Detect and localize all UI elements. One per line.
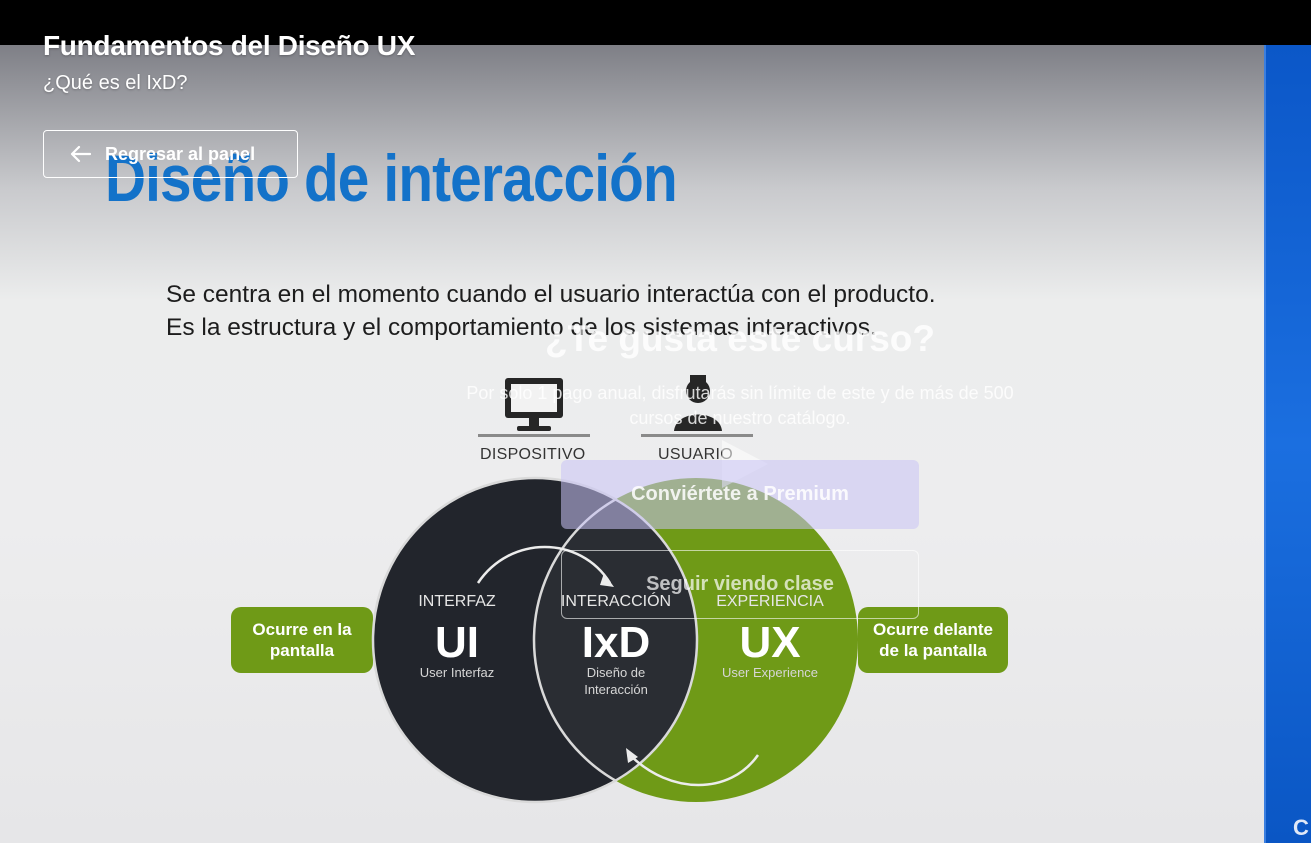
course-title: Fundamentos del Diseño UX (43, 30, 416, 61)
right-note-text: Ocurre delante de la pantalla (873, 620, 993, 660)
side-panel-edge: C (1264, 45, 1311, 843)
slide-description-line: Se centra en el momento cuando el usuari… (166, 281, 936, 308)
back-to-panel-button[interactable]: Regresar al panel (43, 130, 298, 178)
side-panel-edge-line (1264, 45, 1266, 843)
device-underline (478, 434, 590, 437)
lesson-title: ¿Qué es el IxD? (43, 72, 188, 94)
arrow-left-icon (70, 145, 91, 163)
promo-text: Por solo 1 pago anual, disfrutarás sin l… (466, 383, 1014, 428)
ixd-sub: Diseño de Interacción (584, 665, 648, 697)
ux-sub: User Experience (721, 665, 819, 680)
ui-caption: INTERFAZ (418, 593, 496, 610)
go-premium-button[interactable]: Conviértete a Premium (561, 460, 919, 529)
ui-sub: User Interfaz (419, 665, 495, 680)
go-premium-label: Conviértete a Premium (631, 483, 849, 505)
left-note: Ocurre en la pantalla (231, 607, 373, 673)
back-to-panel-label: Regresar al panel (105, 143, 256, 164)
ixd-abbr: IxD (581, 618, 651, 667)
promo-heading: ¿Te gusta este curso? (545, 318, 935, 359)
continue-watching-button[interactable]: Seguir viendo clase (561, 550, 919, 619)
continue-watching-label: Seguir viendo clase (646, 573, 834, 595)
partial-glyph: C (1293, 815, 1309, 840)
left-note-text: Ocurre en la pantalla (252, 620, 352, 660)
ui-abbr: UI (435, 618, 479, 667)
user-underline (641, 434, 753, 437)
ux-abbr: UX (739, 618, 801, 667)
